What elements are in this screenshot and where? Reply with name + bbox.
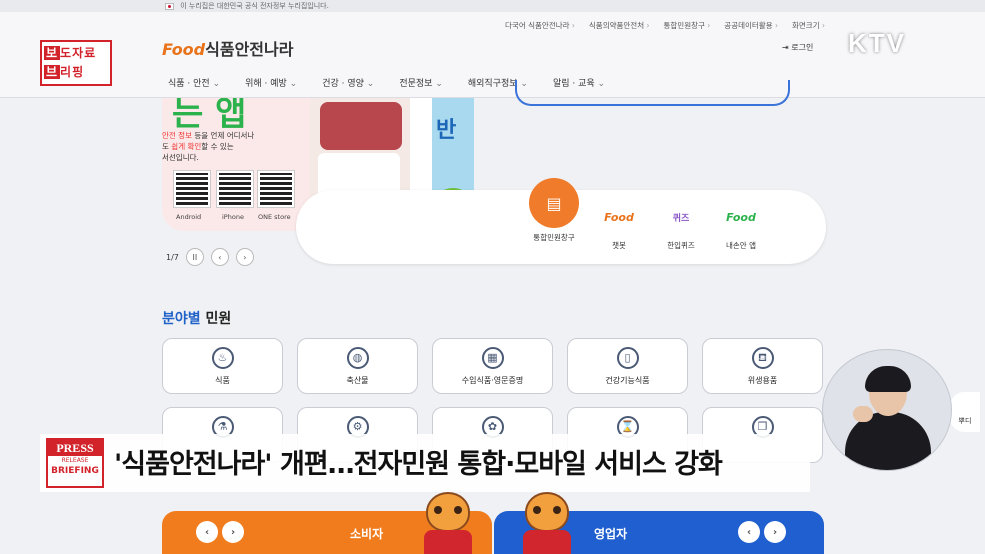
press-briefing-caption: PRESS RELEASE BRIEFING '식품안전나라' 개편…전자민원 … (40, 434, 810, 492)
business-card-title: 영업자 (594, 527, 628, 541)
category-label: 건강기능식품 (605, 376, 650, 385)
util-link-opendata[interactable]: 공공데이터활용 (724, 20, 778, 31)
section-title-highlight: 분야별 (162, 311, 201, 327)
certificate-icon: ▦ (481, 347, 504, 369)
prev-slide-button[interactable]: ‹ (210, 248, 229, 266)
mascot-cape (523, 530, 571, 554)
consumer-nav: ‹ › (196, 521, 244, 543)
desc-red-2: 쉽게 확인 (171, 142, 202, 151)
qr-code-iphone[interactable] (216, 170, 254, 208)
nav-item-health-nutrition[interactable]: 건강 · 영양 (322, 76, 374, 89)
login-link[interactable]: ⇥ 로그인 (782, 42, 813, 53)
category-imported-food[interactable]: ▦ 수입식품·영문증명 (432, 338, 553, 394)
qr-label-android: Android (176, 213, 202, 221)
business-next-button[interactable]: › (764, 521, 786, 543)
supplement-bottle-icon: ▯ (616, 347, 639, 369)
side-floating-button[interactable]: 뿌디 (950, 392, 980, 432)
qr-code-android[interactable] (173, 170, 211, 208)
util-link-fontsize[interactable]: 화면크기 (792, 20, 825, 31)
press-logo-line1: PRESS (48, 440, 102, 456)
category-label: 식품 (215, 376, 230, 385)
category-hygiene-products[interactable]: ⛾ 위생용품 (702, 338, 823, 394)
utility-links: 다국어 식품안전나라 식품의약품안전처 통합민원창구 공공데이터활용 화면크기 (505, 20, 825, 31)
quiz-icon: 퀴즈 (672, 213, 690, 224)
util-link-mfds[interactable]: 식품의약품안전처 (589, 20, 650, 31)
category-label: 수입식품·영문증명 (461, 376, 524, 385)
mobile-app-icon: Food (726, 210, 756, 224)
news-headline: '식품안전나라' 개편…전자민원 통합·모바일 서비스 강화 (114, 449, 723, 480)
press-logo-line3: BRIEFING (51, 466, 99, 476)
logo-text: 식품안전나라 (205, 40, 294, 59)
gov-notice-text: 이 누리집은 대한민국 공식 전자정부 누리집입니다. (180, 2, 329, 10)
interpreter-hand (853, 406, 873, 422)
mascot-consumer-image (420, 492, 476, 554)
korea-flag-icon (165, 2, 174, 10)
consumer-prev-button[interactable]: ‹ (196, 521, 218, 543)
nav-item-expert-info[interactable]: 전문정보 (399, 76, 443, 89)
sign-language-interpreter (822, 349, 952, 471)
chatbot-icon: Food (604, 210, 634, 224)
mascot-eyes (434, 506, 462, 516)
next-slide-button[interactable]: › (235, 248, 254, 266)
banner-left-panel: 는 앱 안전 정보 등을 언제 어디서나 도 쉽게 확인할 수 있는 서선입니다… (162, 98, 310, 231)
qr-label-onestore: ONE store (258, 213, 291, 221)
badge-char-beu: 브 (44, 65, 61, 79)
mascot-eyes (533, 506, 561, 516)
search-box-edge[interactable] (515, 80, 790, 106)
consumer-card-title: 소비자 (350, 527, 384, 541)
nav-item-food-safety[interactable]: 식품 · 안전 (168, 76, 220, 89)
vegetable-image (320, 102, 402, 150)
banner-description: 안전 정보 등을 언제 어디서나 도 쉽게 확인할 수 있는 서선입니다. (162, 130, 254, 163)
briefing-badge: 보 도자료 브 리핑 (40, 40, 112, 86)
section-title: 분야별 민원 (162, 308, 231, 328)
badge-text-dojaryo: 도자료 (60, 46, 97, 60)
site-header: 다국어 식품안전나라 식품의약품안전처 통합민원창구 공공데이터활용 화면크기 … (0, 12, 985, 98)
category-label: 축산물 (346, 376, 369, 385)
desc-2b: 할 수 있는 (201, 142, 234, 151)
quick-menu-panel: ▤ 통합민원창구 Food 챗봇 퀴즈 한입퀴즈 Food 내손안 앱 (296, 178, 826, 264)
mascot-business-image (519, 492, 575, 554)
logo-food-mark: Food (162, 40, 206, 59)
business-prev-button[interactable]: ‹ (738, 521, 760, 543)
banner-pager: 1/7 II ‹ › (166, 248, 254, 266)
util-link-civil[interactable]: 통합민원창구 (664, 20, 711, 31)
quick-item-mobile-app[interactable]: Food 내손안 앱 (701, 190, 781, 251)
side-floating-label: 뿌디 (958, 417, 972, 425)
quick-item-label: 내손안 앱 (726, 241, 756, 250)
desc-1: 등을 언제 어디서나 (191, 131, 255, 140)
meat-icon: ◍ (346, 347, 369, 369)
category-livestock[interactable]: ◍ 축산물 (297, 338, 418, 394)
consumer-next-button[interactable]: › (222, 521, 244, 543)
category-food[interactable]: ♨ 식품 (162, 338, 283, 394)
badge-text-riping: 리핑 (60, 65, 85, 79)
login-label: 로그인 (791, 43, 814, 52)
desc-red-1: 안전 정보 (162, 131, 192, 140)
qr-label-iphone: iPhone (222, 213, 244, 221)
business-nav: ‹ › (738, 521, 786, 543)
category-health-supplement[interactable]: ▯ 건강기능식품 (567, 338, 688, 394)
gov-notice-strip: 이 누리집은 대한민국 공식 전자정부 누리집입니다. (0, 0, 985, 12)
pause-button[interactable]: II (185, 248, 204, 266)
ktv-logo: KTV (848, 28, 906, 58)
desc-2a: 도 (162, 142, 172, 151)
press-release-logo: PRESS RELEASE BRIEFING (46, 438, 104, 488)
util-link-multilang[interactable]: 다국어 식품안전나라 (505, 20, 575, 31)
category-label: 위생용품 (747, 376, 778, 385)
interpreter-hair (865, 366, 911, 392)
mascot-cape (424, 530, 472, 554)
press-logo-line2: RELEASE (61, 457, 89, 464)
hygiene-icon: ⛾ (751, 347, 774, 369)
slide-counter: 1/7 (166, 252, 179, 262)
desc-3: 서선입니다. (162, 153, 199, 162)
site-logo[interactable]: Food식품안전나라 (162, 36, 293, 60)
food-icon: ♨ (211, 347, 234, 369)
civil-window-icon: ▤ (529, 178, 579, 228)
qr-code-onestore[interactable] (257, 170, 295, 208)
next-slide-text: 반 (436, 118, 457, 143)
badge-char-bo: 보 (44, 46, 61, 60)
nav-item-hazard-prevention[interactable]: 위해 · 예방 (245, 76, 297, 89)
section-title-rest: 민원 (200, 311, 232, 327)
